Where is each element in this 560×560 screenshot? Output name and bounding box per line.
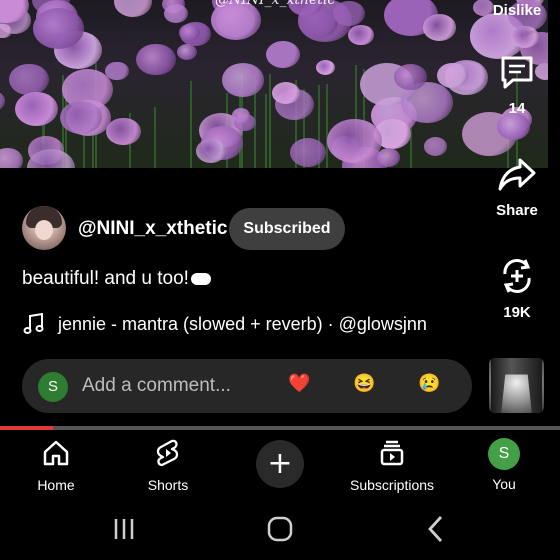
flower <box>0 23 12 39</box>
comment-box[interactable]: S ❤️ 😆 😢 <box>22 359 472 413</box>
channel-name[interactable]: @NINI_x_xthetic <box>78 218 227 240</box>
heart-emoji-button[interactable]: ❤️ <box>288 373 310 394</box>
flower <box>105 117 141 146</box>
flower-stem <box>153 106 156 168</box>
flower <box>164 4 189 24</box>
channel-avatar[interactable] <box>22 206 66 250</box>
nav-shorts[interactable]: Shorts <box>128 438 208 493</box>
music-link[interactable]: jennie - mantra (slowed + reverb) · @glo… <box>58 314 427 335</box>
nav-you-label: You <box>492 476 516 492</box>
flower <box>437 63 468 88</box>
flower <box>9 63 50 96</box>
subscriptions-icon <box>380 440 404 466</box>
sound-thumbnail[interactable] <box>489 358 544 413</box>
nav-subscriptions[interactable]: Subscriptions <box>350 438 434 493</box>
flower <box>377 148 401 168</box>
shorts-icon <box>156 439 179 467</box>
flower <box>60 100 103 135</box>
comment-user-avatar: S <box>38 372 68 402</box>
flower <box>0 91 6 111</box>
comments-count: 14 <box>508 100 526 117</box>
flower <box>0 148 23 168</box>
flower <box>424 137 448 156</box>
comment-input[interactable] <box>82 373 252 399</box>
sad-emoji-button[interactable]: 😢 <box>418 373 440 394</box>
video-progress-bar[interactable] <box>0 426 560 430</box>
recent-apps-icon[interactable] <box>104 512 144 546</box>
flower <box>496 113 530 140</box>
thought-balloon-icon <box>190 272 211 285</box>
flower-stem <box>189 81 192 168</box>
dislike-label: Dislike <box>492 2 542 19</box>
progress-fill <box>0 426 54 430</box>
caption-text: beautiful! and u too! <box>22 268 189 289</box>
nav-home[interactable]: Home <box>16 438 96 493</box>
flower <box>394 64 427 90</box>
comment-icon <box>501 56 533 89</box>
comments-button[interactable]: 14 <box>482 52 552 117</box>
flower <box>136 43 176 76</box>
flower-stem <box>264 93 267 168</box>
share-icon <box>498 158 536 191</box>
flower <box>333 0 365 26</box>
nav-home-label: Home <box>37 477 75 493</box>
video-caption: beautiful! and u too! <box>22 268 211 290</box>
remix-button[interactable]: 19K <box>482 256 552 321</box>
flower <box>232 108 251 123</box>
flower <box>113 0 153 17</box>
video-overlay-text: @NINI_x_xthetic <box>215 0 336 8</box>
flower <box>272 81 300 104</box>
share-button[interactable]: Share <box>482 154 552 219</box>
flower-stem <box>269 74 272 168</box>
share-label: Share <box>496 202 538 219</box>
flower <box>15 92 58 127</box>
back-icon[interactable] <box>416 512 456 546</box>
music-note-icon <box>23 312 44 334</box>
thumbnail-hair <box>491 358 542 413</box>
nav-you[interactable]: S You <box>464 438 544 492</box>
avatar-face <box>35 220 53 240</box>
flower <box>265 41 300 69</box>
flower-stem <box>325 84 328 168</box>
flower <box>221 63 265 98</box>
nav-shorts-label: Shorts <box>147 477 189 493</box>
flower <box>316 59 336 76</box>
flower <box>511 25 539 48</box>
dislike-button[interactable]: Dislike <box>482 0 552 19</box>
home-icon <box>43 440 69 466</box>
home-system-icon[interactable] <box>260 512 300 546</box>
flower <box>179 24 200 41</box>
video-player[interactable]: @NINI_x_xthetic <box>0 0 548 168</box>
remix-count: 19K <box>503 304 531 321</box>
laughing-emoji-button[interactable]: 😆 <box>353 373 375 394</box>
flower <box>422 13 457 41</box>
subscribed-button[interactable]: Subscribed <box>229 208 345 250</box>
remix-icon <box>503 259 531 293</box>
flower <box>177 43 198 60</box>
flower <box>348 24 374 45</box>
flower <box>289 138 327 168</box>
flower <box>326 119 382 164</box>
nav-subscriptions-label: Subscriptions <box>350 477 435 493</box>
you-avatar: S <box>488 438 520 470</box>
flower <box>32 7 85 50</box>
create-button[interactable]: + <box>256 440 304 488</box>
